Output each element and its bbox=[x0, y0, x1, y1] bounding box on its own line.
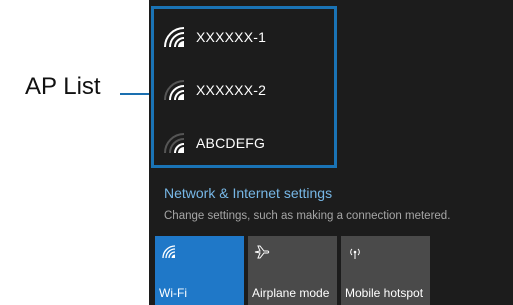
tile-label: Airplane mode bbox=[252, 286, 330, 300]
airplane-icon bbox=[254, 245, 270, 259]
callout-line bbox=[120, 93, 150, 95]
network-settings-description: Change settings, such as making a connec… bbox=[164, 210, 451, 222]
wifi-icon bbox=[164, 133, 185, 154]
network-settings-link[interactable]: Network & Internet settings bbox=[164, 185, 332, 201]
wifi-icon bbox=[162, 245, 176, 259]
network-item[interactable]: XXXXXX-1 bbox=[162, 17, 332, 57]
network-item[interactable]: XXXXXX-2 bbox=[162, 70, 332, 110]
airplane-mode-tile[interactable]: Airplane mode bbox=[248, 236, 337, 305]
network-item[interactable]: ABCDEFG bbox=[162, 123, 332, 163]
hotspot-icon bbox=[350, 248, 360, 259]
ap-list: XXXXXX-1 XXXXXX-2 ABCDEFG bbox=[151, 6, 337, 168]
tile-label: Wi-Fi bbox=[159, 286, 187, 300]
ap-list-callout-label: AP List bbox=[25, 73, 101, 100]
tile-label: Mobile hotspot bbox=[345, 286, 424, 300]
network-name: XXXXXX-1 bbox=[196, 29, 267, 45]
wifi-icon bbox=[164, 80, 185, 101]
mobile-hotspot-tile[interactable]: Mobile hotspot bbox=[341, 236, 430, 305]
wifi-icon bbox=[164, 27, 185, 48]
network-name: XXXXXX-2 bbox=[196, 82, 267, 98]
network-name: ABCDEFG bbox=[196, 135, 266, 151]
wifi-toggle-tile[interactable]: Wi-Fi bbox=[155, 236, 244, 305]
